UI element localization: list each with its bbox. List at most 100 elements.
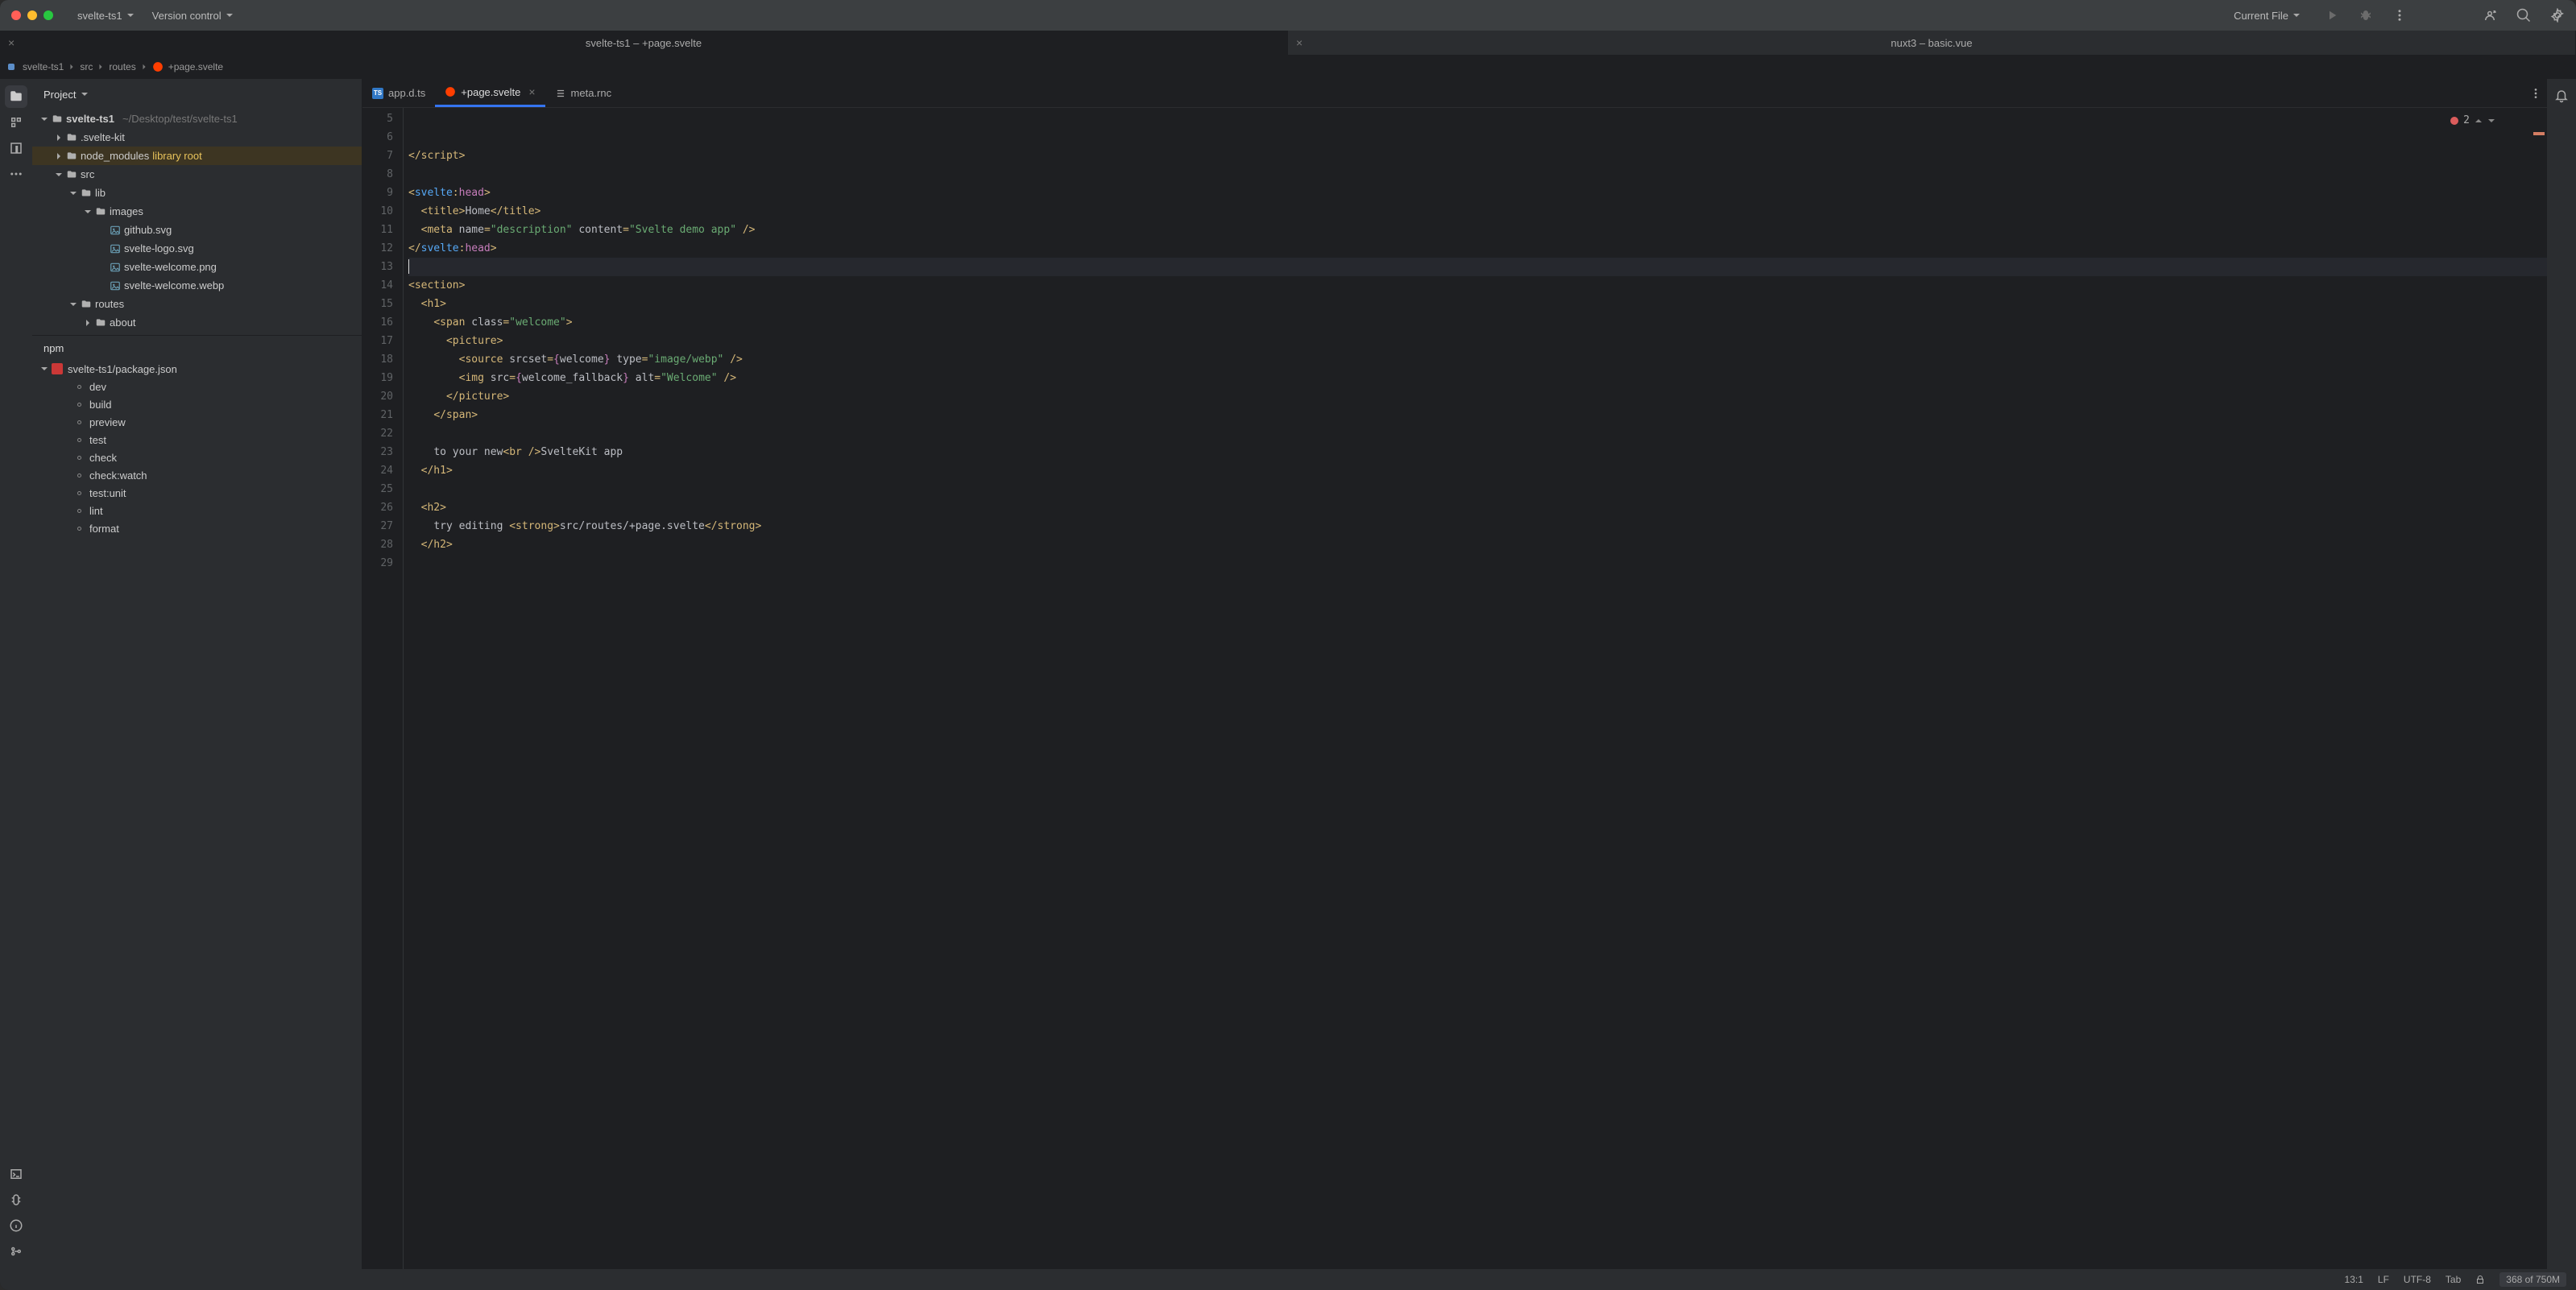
info-tool-button[interactable] xyxy=(5,1214,27,1237)
line-separator[interactable]: LF xyxy=(2378,1274,2389,1285)
tree-expand-icon[interactable] xyxy=(55,134,63,142)
indent-setting[interactable]: Tab xyxy=(2446,1274,2461,1285)
script-bullet-icon xyxy=(77,491,81,495)
close-tab-icon[interactable]: × xyxy=(8,36,14,49)
npm-script-row[interactable]: test xyxy=(32,431,362,449)
project-root-icon xyxy=(8,64,14,70)
npm-package-label: svelte-ts1/package.json xyxy=(68,363,177,375)
project-panel-header[interactable]: Project xyxy=(32,79,362,110)
code-content[interactable]: </script> <svelte:head> <title>Home</tit… xyxy=(403,108,2547,1269)
npm-script-label: build xyxy=(89,399,111,411)
npm-icon xyxy=(52,363,63,374)
breadcrumb-segment[interactable]: svelte-ts1 xyxy=(23,61,64,72)
structure-tool-button[interactable] xyxy=(5,111,27,134)
tree-label: github.svg xyxy=(124,224,172,236)
file-encoding[interactable]: UTF-8 xyxy=(2404,1274,2431,1285)
npm-tool-button[interactable] xyxy=(5,137,27,159)
tree-row[interactable]: lib xyxy=(32,184,362,202)
tree-expand-icon[interactable] xyxy=(69,189,77,197)
project-tool-button[interactable] xyxy=(5,85,27,108)
script-bullet-icon xyxy=(77,420,81,424)
breadcrumb-segment[interactable]: routes xyxy=(109,61,135,72)
settings-icon[interactable] xyxy=(2550,8,2565,23)
project-tabs-bar: ×svelte-ts1 – +page.svelte×nuxt3 – basic… xyxy=(0,31,2576,55)
project-tree[interactable]: svelte-ts1~/Desktop/test/svelte-ts1.svel… xyxy=(32,110,362,335)
tree-expand-icon[interactable] xyxy=(55,171,63,179)
editor-tabs-more-button[interactable] xyxy=(2524,87,2547,100)
tree-label: svelte-logo.svg xyxy=(124,242,194,254)
tree-expand-icon[interactable] xyxy=(55,152,63,160)
project-name-label: svelte-ts1 xyxy=(77,10,122,22)
tree-expand-icon[interactable] xyxy=(40,115,48,123)
editor-tab[interactable]: meta.rnc xyxy=(545,79,622,107)
error-dot-icon xyxy=(2450,117,2458,125)
terminal-tool-button[interactable] xyxy=(5,1163,27,1185)
debug-icon[interactable] xyxy=(2359,8,2373,23)
project-tab[interactable]: × nuxt3 – basic.vue xyxy=(1288,31,2576,55)
problems-tool-button[interactable] xyxy=(5,1189,27,1211)
npm-script-row[interactable]: lint xyxy=(32,502,362,519)
editor-tab[interactable]: TSapp.d.ts xyxy=(362,79,435,107)
chevron-right-icon xyxy=(97,64,104,70)
vcs-label: Version control xyxy=(152,10,222,22)
tree-label: node_modules xyxy=(81,150,149,162)
editor-tab[interactable]: +page.svelte× xyxy=(435,79,545,107)
project-dropdown[interactable]: svelte-ts1 xyxy=(72,7,139,24)
npm-package-row[interactable]: svelte-ts1/package.json xyxy=(32,360,362,378)
run-config-dropdown[interactable]: Current File xyxy=(2229,7,2305,24)
maximize-window-button[interactable] xyxy=(43,10,53,20)
close-tab-icon[interactable]: × xyxy=(528,85,535,98)
npm-script-row[interactable]: build xyxy=(32,395,362,413)
tree-row[interactable]: svelte-ts1~/Desktop/test/svelte-ts1 xyxy=(32,110,362,128)
tree-row[interactable]: svelte-welcome.png xyxy=(32,258,362,276)
caret-position[interactable]: 13:1 xyxy=(2345,1274,2363,1285)
tree-label: about xyxy=(110,316,136,329)
svelte-file-icon xyxy=(152,61,164,72)
tree-row[interactable]: svelte-welcome.webp xyxy=(32,276,362,295)
chevron-down-icon[interactable] xyxy=(2487,117,2495,125)
breadcrumb-file[interactable]: +page.svelte xyxy=(168,61,223,72)
more-vertical-icon[interactable] xyxy=(2392,8,2407,23)
readonly-lock-icon[interactable] xyxy=(2475,1275,2485,1284)
tree-row[interactable]: images xyxy=(32,202,362,221)
npm-script-row[interactable]: check xyxy=(32,449,362,466)
npm-script-row[interactable]: dev xyxy=(32,378,362,395)
project-tab-label: nuxt3 – basic.vue xyxy=(1891,37,1972,49)
tree-row[interactable]: svelte-logo.svg xyxy=(32,239,362,258)
collab-icon[interactable] xyxy=(2483,8,2497,23)
close-window-button[interactable] xyxy=(11,10,21,20)
close-tab-icon[interactable]: × xyxy=(1296,36,1302,49)
project-tab[interactable]: ×svelte-ts1 – +page.svelte xyxy=(0,31,1288,55)
inspection-widget[interactable]: 2 xyxy=(2450,114,2495,126)
list-file-icon xyxy=(555,88,566,99)
tree-row[interactable]: .svelte-kit xyxy=(32,128,362,147)
npm-script-row[interactable]: test:unit xyxy=(32,484,362,502)
chevron-down-icon xyxy=(126,11,135,19)
memory-indicator[interactable]: 368 of 750M xyxy=(2499,1272,2566,1287)
minimize-window-button[interactable] xyxy=(27,10,37,20)
tree-expand-icon[interactable] xyxy=(84,208,92,216)
tree-expand-icon[interactable] xyxy=(69,300,77,308)
run-icon[interactable] xyxy=(2325,8,2339,23)
notifications-button[interactable] xyxy=(2549,84,2574,110)
npm-script-label: lint xyxy=(89,505,103,517)
code-editor[interactable]: 5678910111213141516171819202122232425262… xyxy=(362,108,2547,1269)
npm-script-row[interactable]: check:watch xyxy=(32,466,362,484)
tree-expand-icon[interactable] xyxy=(84,319,92,327)
breadcrumb-segment[interactable]: src xyxy=(80,61,93,72)
ts-file-icon: TS xyxy=(372,88,383,99)
error-scroll-marker[interactable] xyxy=(2533,132,2545,135)
npm-script-row[interactable]: format xyxy=(32,519,362,537)
tree-row[interactable]: src xyxy=(32,165,362,184)
tree-row[interactable]: routes xyxy=(32,295,362,313)
npm-script-row[interactable]: preview xyxy=(32,413,362,431)
chevron-up-icon[interactable] xyxy=(2475,117,2483,125)
search-icon[interactable] xyxy=(2516,8,2531,23)
more-tools-button[interactable] xyxy=(5,163,27,185)
vcs-tool-button[interactable] xyxy=(5,1240,27,1263)
vcs-dropdown[interactable]: Version control xyxy=(147,7,238,24)
tree-row[interactable]: about xyxy=(32,313,362,332)
npm-script-label: preview xyxy=(89,416,126,428)
tree-row[interactable]: github.svg xyxy=(32,221,362,239)
tree-row[interactable]: node_moduleslibrary root xyxy=(32,147,362,165)
